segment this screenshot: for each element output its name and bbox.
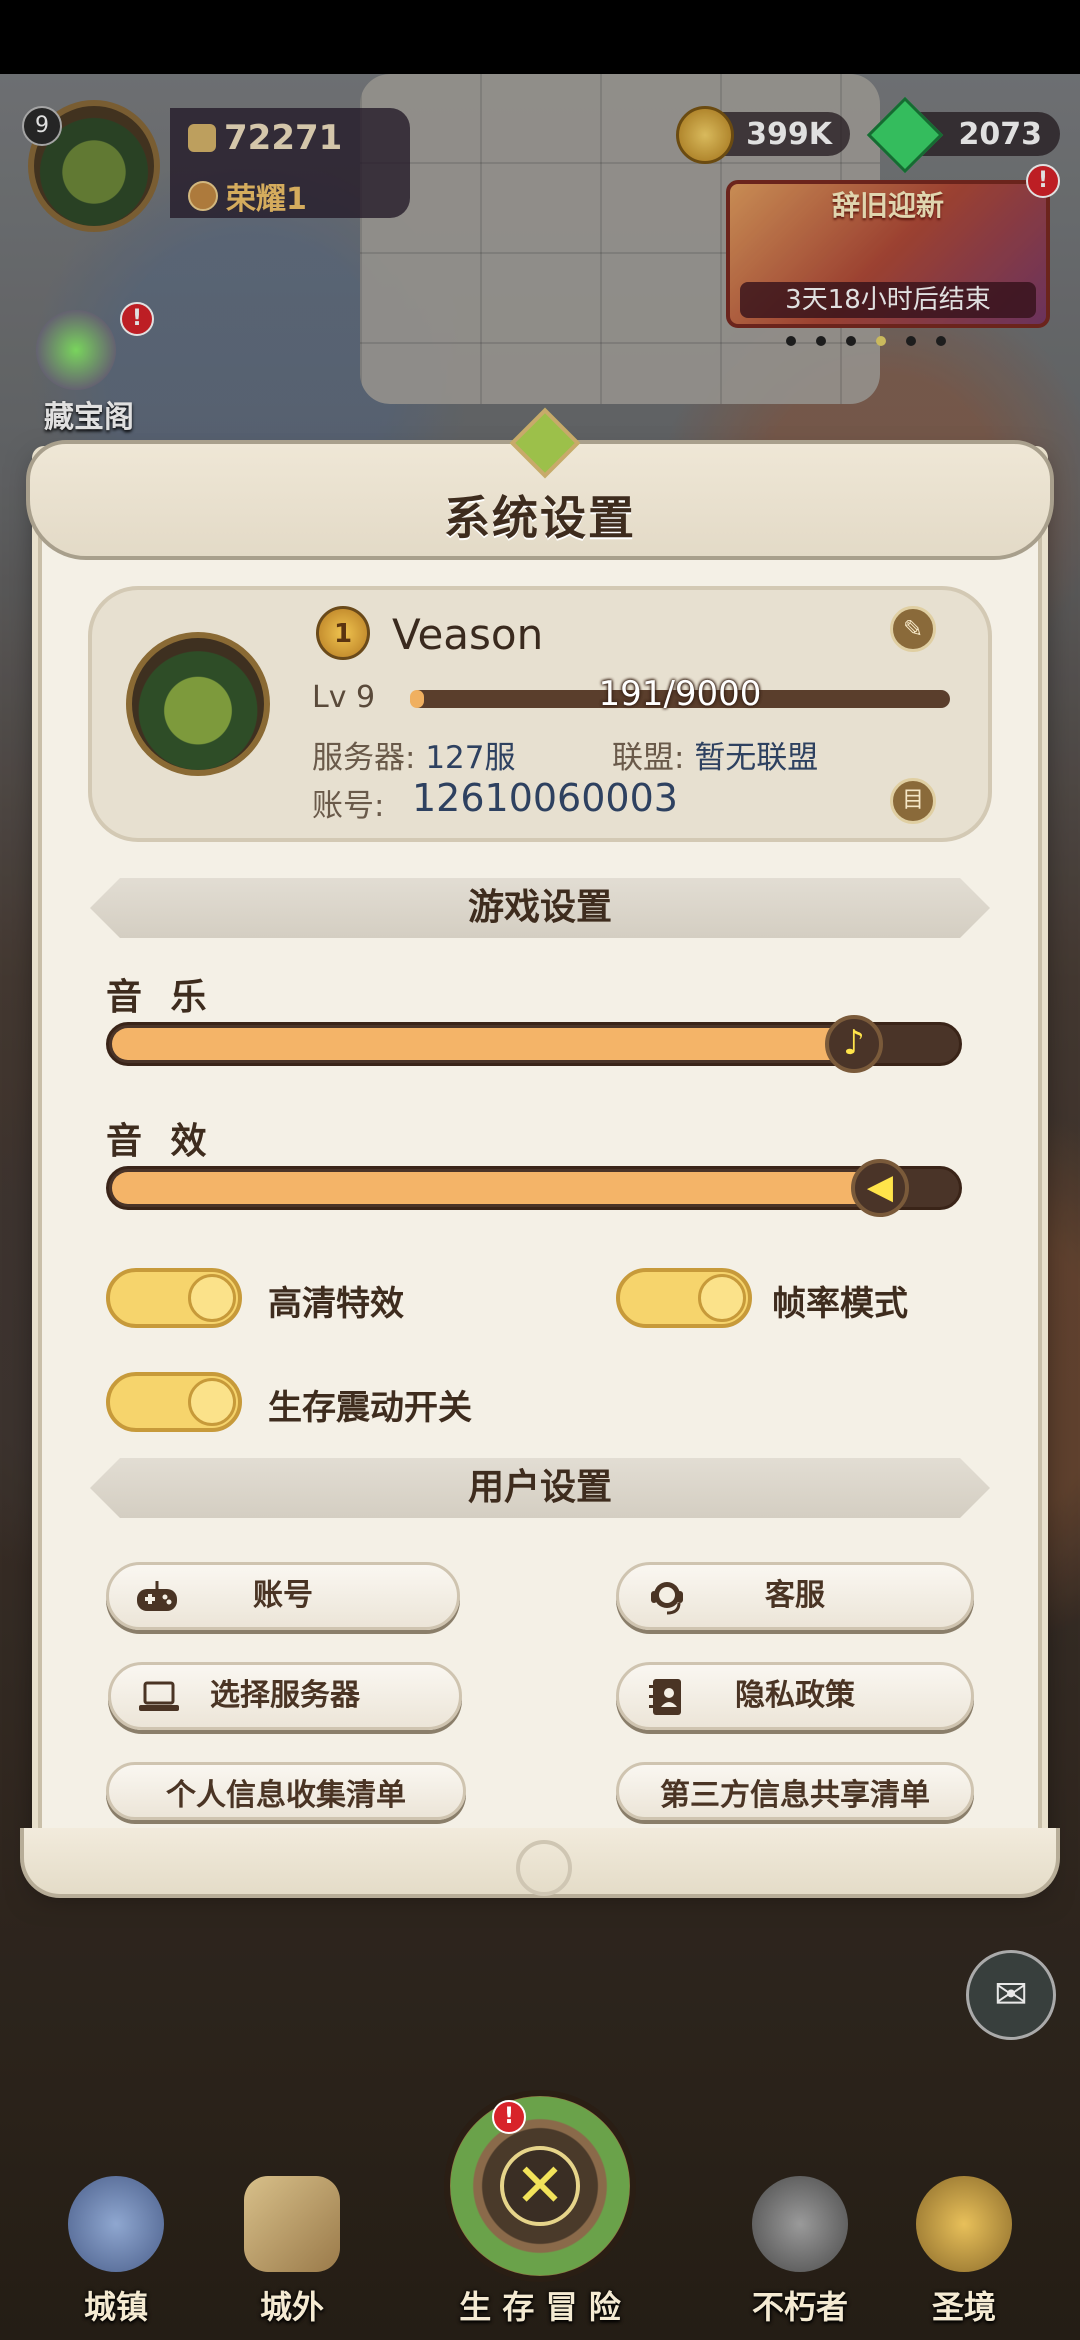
music-note-icon[interactable]: ♪ <box>825 1015 883 1073</box>
game-settings-header: 游戏设置 <box>90 878 990 938</box>
customer-service-button[interactable]: 客服 <box>616 1562 974 1630</box>
nav-immortal-label: 不朽者 <box>751 2288 848 2326</box>
privacy-policy-label: 隐私政策 <box>735 1678 855 1713</box>
nav-adventure[interactable]: 生 存 冒 险 <box>440 2176 640 2326</box>
status-bar <box>0 0 1080 74</box>
copy-account-icon[interactable]: 目 <box>890 778 936 824</box>
third-party-share-list-button[interactable]: 第三方信息共享清单 <box>616 1762 974 1820</box>
music-slider-fill <box>112 1028 860 1060</box>
account-value: 12610060003 <box>412 776 678 820</box>
adventure-alert-badge: ! <box>492 2100 526 2134</box>
sanctuary-gate-icon <box>916 2176 1012 2272</box>
alliance-value: 暂无联盟 <box>694 740 819 776</box>
exp-text: 191/9000 <box>598 674 762 714</box>
user-settings-title: 用户设置 <box>467 1467 612 1508</box>
mail-icon[interactable]: ✉ <box>966 1950 1056 2040</box>
toggle-knob <box>188 1378 236 1426</box>
select-server-button[interactable]: 选择服务器 <box>108 1662 462 1730</box>
rank-badge-icon: 1 <box>316 606 370 660</box>
vibration-label: 生存震动开关 <box>268 1388 472 1428</box>
select-server-label: 选择服务器 <box>210 1678 360 1713</box>
nav-adventure-label: 生 存 冒 险 <box>459 2288 621 2326</box>
dialog-title: 系统设置 <box>444 491 636 545</box>
server-value: 127服 <box>425 740 516 776</box>
sfx-slider[interactable] <box>106 1166 962 1210</box>
account-button[interactable]: 账号 <box>106 1562 460 1630</box>
music-label: 音 乐 <box>106 977 215 1018</box>
edit-name-icon[interactable]: ✎ <box>890 606 936 652</box>
toggle-knob <box>188 1274 236 1322</box>
helmet-icon <box>752 2176 848 2272</box>
vibration-toggle[interactable] <box>106 1372 242 1432</box>
nav-outside-label: 城外 <box>259 2288 324 2326</box>
nav-sanctuary[interactable]: 圣境 <box>904 2176 1024 2326</box>
player-name: Veason <box>392 610 544 659</box>
privacy-policy-button[interactable]: 隐私政策 <box>616 1662 974 1730</box>
account-label: 账号: <box>312 788 385 824</box>
third-party-share-list-label: 第三方信息共享清单 <box>660 1778 930 1813</box>
profile-level: Lv 9 <box>312 680 376 715</box>
game-settings-title: 游戏设置 <box>467 887 612 928</box>
alliance-info: 联盟: 暂无联盟 <box>612 732 818 777</box>
personal-info-list-label: 个人信息收集清单 <box>166 1778 406 1813</box>
speaker-icon[interactable]: ◀ <box>851 1159 909 1217</box>
personal-info-list-button[interactable]: 个人信息收集清单 <box>106 1762 466 1820</box>
profile-avatar[interactable] <box>126 632 270 776</box>
server-info: 服务器: 127服 <box>312 732 515 777</box>
castle-icon <box>68 2176 164 2272</box>
hd-effects-toggle[interactable] <box>106 1268 242 1328</box>
footer-emblem-ornament <box>516 1840 572 1896</box>
hd-effects-label: 高清特效 <box>268 1284 404 1324</box>
nav-immortal[interactable]: 不朽者 <box>740 2176 860 2326</box>
nav-sanctuary-label: 圣境 <box>931 2288 996 2326</box>
nav-town-label: 城镇 <box>83 2288 148 2326</box>
account-button-label: 账号 <box>253 1578 313 1613</box>
user-settings-header: 用户设置 <box>90 1458 990 1518</box>
sfx-label: 音 效 <box>106 1121 215 1162</box>
framerate-mode-label: 帧率模式 <box>772 1284 908 1324</box>
sfx-slider-fill <box>112 1172 886 1204</box>
nav-town[interactable]: 城镇 <box>56 2176 176 2326</box>
alliance-label: 联盟: <box>612 740 685 776</box>
server-label: 服务器: <box>312 740 416 776</box>
map-scroll-icon <box>244 2176 340 2272</box>
nav-outside[interactable]: 城外 <box>232 2176 352 2326</box>
toggle-knob <box>698 1274 746 1322</box>
customer-service-label: 客服 <box>765 1578 825 1613</box>
framerate-mode-toggle[interactable] <box>616 1268 752 1328</box>
